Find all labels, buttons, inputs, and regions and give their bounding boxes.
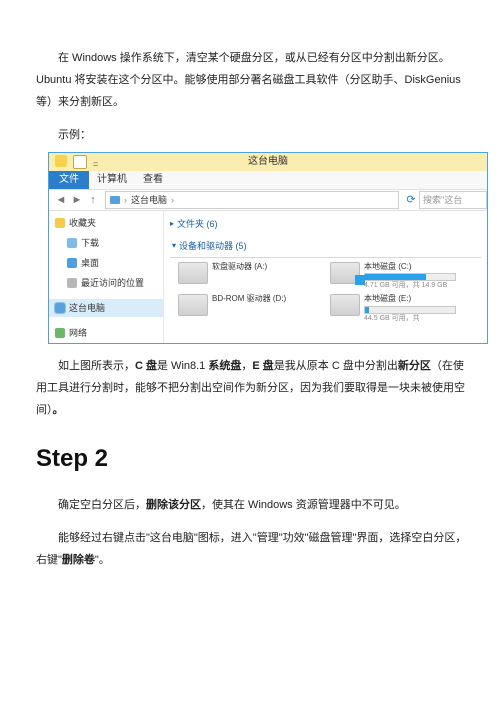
sidebar-item-label: 收藏夹	[69, 214, 96, 232]
folder-icon	[55, 155, 67, 167]
drive-floppy[interactable]: 软盘驱动器 (A:)	[178, 262, 328, 290]
group-folders[interactable]: ▸ 文件夹 (6)	[170, 213, 487, 235]
floppy-drive-icon	[178, 262, 208, 284]
hard-drive-icon	[330, 262, 360, 284]
group-label: 设备和驱动器 (5)	[179, 237, 247, 255]
pc-icon	[110, 196, 120, 204]
sidebar-item-label: 网络	[69, 324, 87, 342]
drive-label: BD-ROM 驱动器 (D:)	[212, 294, 286, 303]
group-devices[interactable]: ▾ 设备和驱动器 (5)	[170, 235, 247, 257]
sidebar-item-label: 桌面	[81, 254, 99, 272]
back-button[interactable]: ◄	[53, 192, 69, 208]
search-input[interactable]: 搜索"这台	[419, 191, 487, 209]
up-button[interactable]: ↑	[85, 192, 101, 208]
window-titlebar[interactable]: = 这台电脑	[49, 153, 487, 171]
step2-paragraph-1: 确定空白分区后，删除该分区，使其在 Windows 资源管理器中不可见。	[36, 494, 470, 516]
drive-sublabel: 4.71 GB 可用，共 14.9 GB	[364, 281, 480, 290]
tab-computer[interactable]: 计算机	[89, 170, 135, 190]
sidebar-item-label: 下载	[81, 234, 99, 252]
sidebar-item-thispc[interactable]: 这台电脑	[49, 299, 163, 317]
drive-label: 本地磁盘 (C:)	[364, 262, 412, 271]
ribbon-tabs: 文件 计算机 查看	[49, 171, 487, 189]
sidebar-item-desktop[interactable]: 桌面	[55, 253, 163, 273]
drive-e[interactable]: 本地磁盘 (E:) 44.5 GB 可用，共	[330, 294, 480, 322]
refresh-button[interactable]: ⟳	[403, 192, 419, 208]
sidebar-item-downloads[interactable]: 下载	[55, 233, 163, 253]
hard-drive-icon	[330, 294, 360, 316]
explain-paragraph: 如上图所表示，C 盘是 Win8.1 系统盘，E 盘是我从原本 C 盘中分割出新…	[36, 355, 470, 421]
recent-icon	[67, 278, 77, 288]
forward-button[interactable]: ►	[69, 192, 85, 208]
drive-bd[interactable]: BD-ROM 驱动器 (D:)	[178, 294, 328, 322]
network-icon	[55, 328, 65, 338]
drive-label: 软盘驱动器 (A:)	[212, 262, 267, 271]
download-icon	[67, 238, 77, 248]
sidebar-item-label: 这台电脑	[69, 299, 105, 317]
content-pane: ▸ 文件夹 (6) ▾ 设备和驱动器 (5) 软盘驱动器 (A:)	[164, 211, 487, 343]
group-label: 文件夹 (6)	[177, 215, 218, 233]
tab-view[interactable]: 查看	[135, 170, 171, 190]
desktop-icon	[67, 258, 77, 268]
capacity-bar	[364, 306, 456, 314]
step2-heading: Step 2	[36, 435, 470, 483]
address-bar[interactable]: › 这台电脑 ›	[105, 191, 399, 209]
chevron-down-icon: ▾	[172, 238, 176, 254]
navigation-pane: 收藏夹 下载 桌面 最近访问的位置 这台电脑	[49, 211, 164, 343]
example-label: 示例：	[36, 124, 470, 146]
sidebar-item-label: 最近访问的位置	[81, 274, 144, 292]
document-icon	[73, 155, 87, 169]
pc-icon	[55, 303, 65, 313]
optical-drive-icon	[178, 294, 208, 316]
address-bar-row: ◄ ► ↑ › 这台电脑 › ⟳ 搜索"这台	[49, 189, 487, 211]
sidebar-item-favorites[interactable]: 收藏夹	[55, 213, 163, 233]
drive-label: 本地磁盘 (E:)	[364, 294, 411, 303]
drive-sublabel: 44.5 GB 可用，共	[364, 314, 480, 323]
breadcrumb-thispc[interactable]: 这台电脑	[131, 191, 167, 209]
star-icon	[55, 218, 65, 228]
sidebar-item-recent[interactable]: 最近访问的位置	[55, 273, 163, 293]
file-explorer-window: = 这台电脑 文件 计算机 查看 ◄ ► ↑ › 这台电脑 › ⟳ 搜索"这台	[48, 152, 488, 344]
tab-file[interactable]: 文件	[49, 171, 89, 189]
step2-paragraph-2: 能够经过右键点击"这台电脑"图标，进入"管理"功效"磁盘管理"界面，选择空白分区…	[36, 527, 470, 571]
capacity-bar	[364, 273, 456, 281]
drive-c[interactable]: 本地磁盘 (C:) 4.71 GB 可用，共 14.9 GB	[330, 262, 480, 290]
intro-paragraph: 在 Windows 操作系统下，清空某个硬盘分区，或从已经有分区中分割出新分区。…	[36, 47, 470, 113]
chevron-right-icon: ▸	[170, 216, 174, 232]
chevron-right-icon: ›	[171, 191, 174, 209]
chevron-right-icon: ›	[124, 191, 127, 209]
window-title: 这台电脑	[248, 152, 288, 172]
sidebar-item-network[interactable]: 网络	[55, 323, 163, 343]
